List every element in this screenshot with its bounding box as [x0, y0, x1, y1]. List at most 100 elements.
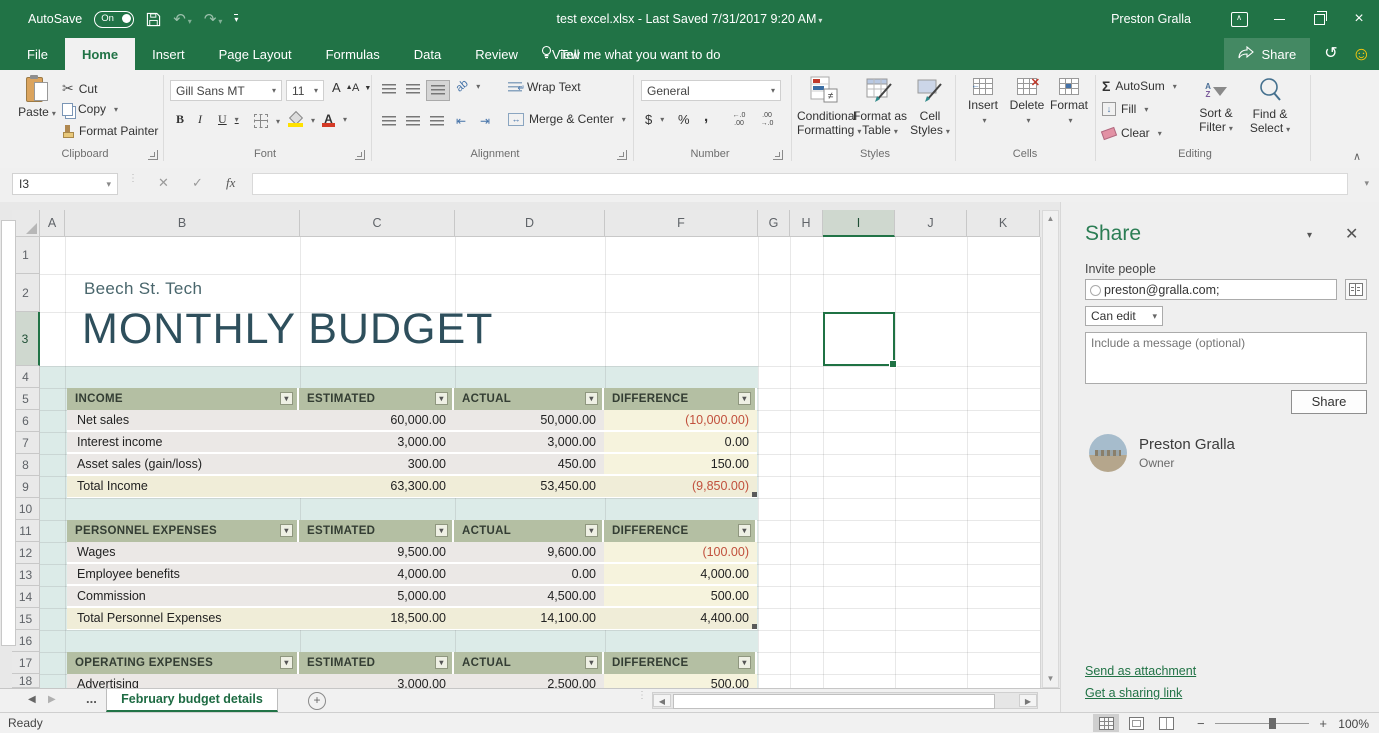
- table-cell[interactable]: 4,400.00: [604, 608, 757, 630]
- table-cell[interactable]: Net sales: [67, 410, 299, 432]
- fill-button[interactable]: ↓ Fill: [1102, 102, 1148, 116]
- row-header-9[interactable]: 9: [12, 476, 40, 498]
- table-cell[interactable]: 14,100.00: [454, 608, 604, 630]
- table-cell[interactable]: 3,000.00: [299, 432, 454, 454]
- clear-button[interactable]: Clear: [1102, 126, 1162, 140]
- row-header-2[interactable]: 2: [12, 274, 40, 312]
- number-dialog-launcher-icon[interactable]: [773, 150, 783, 160]
- formula-input[interactable]: [252, 173, 1348, 195]
- font-name-select[interactable]: Gill Sans MT: [170, 80, 282, 101]
- row-header-4[interactable]: 4: [12, 366, 40, 388]
- format-cells-button[interactable]: Format: [1048, 78, 1090, 126]
- table-cell[interactable]: 18,500.00: [299, 608, 454, 630]
- minimize-icon[interactable]: [1259, 0, 1299, 38]
- number-format-select[interactable]: General: [641, 80, 781, 101]
- cell-styles-button[interactable]: Cell Styles: [908, 76, 952, 139]
- conditional-formatting-button[interactable]: ≠ Conditional Formatting: [797, 76, 851, 139]
- row-header-12[interactable]: 12: [12, 542, 40, 564]
- zoom-slider-thumb[interactable]: [1269, 718, 1276, 729]
- table-cell[interactable]: 53,450.00: [454, 476, 604, 498]
- save-icon[interactable]: [146, 12, 161, 27]
- row-header-17[interactable]: 17: [12, 652, 40, 674]
- ribbon-tab-data[interactable]: Data: [397, 38, 458, 70]
- selected-cell-I3[interactable]: [823, 312, 895, 366]
- ribbon-tab-review[interactable]: Review: [458, 38, 535, 70]
- decrease-indent-icon[interactable]: ⇤: [456, 114, 466, 128]
- vertical-scrollbar-thumb[interactable]: [1, 220, 16, 646]
- row-header-1[interactable]: 1: [12, 237, 40, 274]
- address-book-button[interactable]: [1345, 279, 1367, 300]
- filter-dropdown-icon[interactable]: [585, 656, 598, 669]
- fill-color-button[interactable]: [288, 113, 315, 127]
- filter-dropdown-icon[interactable]: [738, 524, 751, 537]
- permission-select[interactable]: Can edit: [1085, 306, 1163, 326]
- borders-button[interactable]: [254, 114, 280, 128]
- column-header-A[interactable]: A: [40, 210, 65, 237]
- column-header-F[interactable]: F: [605, 210, 758, 237]
- wrap-text-button[interactable]: Wrap Text: [508, 80, 581, 94]
- undo-icon[interactable]: ↶: [173, 10, 192, 28]
- close-icon[interactable]: ×: [1339, 0, 1379, 38]
- table-cell[interactable]: 60,000.00: [299, 410, 454, 432]
- share-message-input[interactable]: [1085, 332, 1367, 384]
- scroll-left-icon[interactable]: ◀: [653, 694, 671, 707]
- increase-font-size-icon[interactable]: A▲: [332, 80, 353, 95]
- top-align-button[interactable]: [378, 80, 400, 99]
- column-header-H[interactable]: H: [790, 210, 823, 237]
- ribbon-tab-formulas[interactable]: Formulas: [309, 38, 397, 70]
- vertical-scrollbar[interactable]: ▲ ▼: [1042, 210, 1059, 688]
- comma-style-button[interactable]: ,: [704, 108, 708, 125]
- table-cell[interactable]: (100.00): [604, 542, 757, 564]
- row-header-11[interactable]: 11: [12, 520, 40, 542]
- format-as-table-button[interactable]: Format as Table: [853, 76, 907, 139]
- column-header-B[interactable]: B: [65, 210, 300, 237]
- table-cell[interactable]: Advertising: [67, 674, 299, 688]
- table-cell[interactable]: (10,000.00): [604, 410, 757, 432]
- table-cell[interactable]: 2,500.00: [454, 674, 604, 688]
- share-button-ribbon[interactable]: Share: [1224, 38, 1310, 70]
- row-header-15[interactable]: 15: [12, 608, 40, 630]
- table-cell[interactable]: Asset sales (gain/loss): [67, 454, 299, 476]
- bottom-align-button[interactable]: [426, 80, 450, 101]
- sort-filter-button[interactable]: AZ Sort & Filter: [1192, 76, 1240, 136]
- signed-in-user[interactable]: Preston Gralla: [1111, 12, 1191, 26]
- italic-button[interactable]: I: [198, 112, 202, 127]
- table-cell[interactable]: 500.00: [604, 674, 757, 688]
- cell-company-name[interactable]: Beech St. Tech: [84, 279, 202, 299]
- copy-button[interactable]: Copy: [62, 102, 118, 116]
- column-header-C[interactable]: C: [300, 210, 455, 237]
- feedback-smiley-icon[interactable]: ☺: [1352, 45, 1371, 64]
- name-box-resize-handle[interactable]: ⋮: [128, 176, 132, 181]
- filter-dropdown-icon[interactable]: [435, 524, 448, 537]
- row-header-3[interactable]: 3: [12, 312, 40, 366]
- table-cell[interactable]: 3,000.00: [454, 432, 604, 454]
- middle-align-button[interactable]: [402, 80, 424, 99]
- column-header-I[interactable]: I: [823, 210, 895, 237]
- row-header-18[interactable]: 18: [12, 674, 40, 688]
- filter-dropdown-icon[interactable]: [280, 656, 293, 669]
- select-all-corner[interactable]: [12, 210, 40, 237]
- ribbon-display-options-icon[interactable]: ∧: [1219, 0, 1259, 38]
- filter-dropdown-icon[interactable]: [738, 392, 751, 405]
- restore-icon[interactable]: [1299, 0, 1339, 38]
- table-cell[interactable]: 50,000.00: [454, 410, 604, 432]
- table-cell[interactable]: 0.00: [604, 432, 757, 454]
- align-left-button[interactable]: [378, 112, 400, 131]
- sheet-tab-active[interactable]: February budget details: [106, 689, 278, 712]
- font-dialog-launcher-icon[interactable]: [355, 150, 365, 160]
- send-as-attachment-link[interactable]: Send as attachment: [1085, 664, 1196, 678]
- font-size-select[interactable]: 11: [286, 80, 324, 101]
- table-cell[interactable]: 0.00: [454, 564, 604, 586]
- tabbar-splitter[interactable]: ⋮: [637, 693, 641, 698]
- owner-avatar[interactable]: [1089, 434, 1127, 472]
- delete-cells-button[interactable]: Delete: [1006, 78, 1048, 126]
- zoom-level[interactable]: 100%: [1338, 717, 1369, 731]
- zoom-slider[interactable]: − +: [1197, 716, 1327, 730]
- filter-dropdown-icon[interactable]: [738, 656, 751, 669]
- page-break-view-button[interactable]: [1153, 714, 1179, 732]
- find-select-button[interactable]: Find & Select: [1246, 76, 1294, 137]
- format-painter-button[interactable]: Format Painter: [62, 124, 158, 138]
- row-header-13[interactable]: 13: [12, 564, 40, 586]
- table-cell[interactable]: 4,000.00: [299, 564, 454, 586]
- bold-button[interactable]: B: [176, 112, 184, 127]
